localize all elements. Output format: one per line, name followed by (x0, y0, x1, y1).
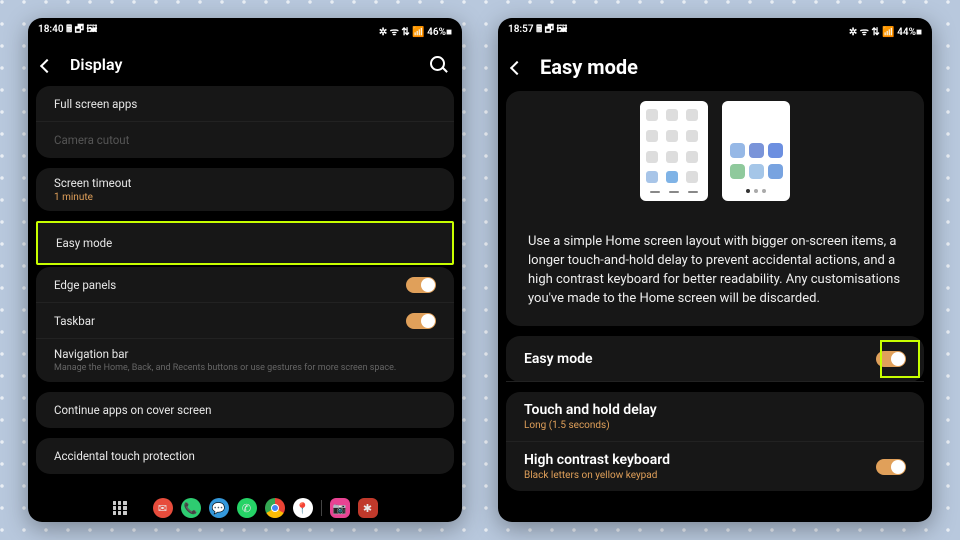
toggle-easy-mode[interactable] (876, 351, 906, 367)
row-label: Touch and hold delay (524, 402, 906, 418)
left-screenshot: 18:40 🖩 🗗 🖼 ✲ ᯤ ⇅ 📶 46%■ Display Full sc… (28, 18, 462, 522)
row-label: Screen timeout (54, 176, 436, 190)
preview-home-grid (640, 101, 708, 201)
row-accidental-touch[interactable]: Accidental touch protection (36, 438, 454, 474)
row-label: Continue apps on cover screen (54, 403, 436, 417)
description-text: Use a simple Home screen layout with big… (506, 217, 924, 326)
header: Display (28, 41, 462, 86)
row-label: Easy mode (524, 351, 876, 367)
row-full-screen-apps[interactable]: Full screen apps (36, 86, 454, 122)
settings-list[interactable]: Full screen apps Camera cutout Screen ti… (28, 86, 462, 492)
row-label: Navigation bar (54, 347, 436, 361)
row-sublabel: Black letters on yellow keypad (524, 470, 876, 481)
row-easy-mode[interactable]: Easy mode (506, 336, 924, 382)
row-camera-cutout: Camera cutout (36, 122, 454, 158)
maps-icon[interactable]: 📍 (293, 498, 313, 518)
mail-icon[interactable]: ✉ (153, 498, 173, 518)
row-label: Taskbar (54, 314, 406, 328)
card-group: Screen timeout 1 minute (36, 168, 454, 211)
row-sublabel: Manage the Home, Back, and Recents butto… (54, 363, 436, 374)
search-button[interactable] (430, 56, 448, 74)
toggle-high-contrast[interactable] (876, 459, 906, 475)
chrome-icon[interactable] (265, 498, 285, 518)
status-right-icons: ✲ ᯤ ⇅ 📶 46%■ (379, 24, 452, 38)
back-icon[interactable] (42, 56, 60, 74)
status-right-icons: ✲ ᯤ ⇅ 📶 44%■ (849, 24, 922, 38)
row-screen-timeout[interactable]: Screen timeout 1 minute (36, 168, 454, 211)
dock-taskbar[interactable]: ✉ 📞 💬 ✆ 📍 📷 ✱ (28, 492, 462, 522)
card-group: Edge panels Taskbar Navigation bar Manag… (36, 267, 454, 382)
row-label: Edge panels (54, 278, 406, 292)
clock: 18:57 (508, 24, 534, 35)
apps-grid-icon[interactable] (113, 501, 127, 515)
toggle-taskbar[interactable] (406, 313, 436, 329)
card-group: Continue apps on cover screen (36, 392, 454, 428)
row-taskbar[interactable]: Taskbar (36, 303, 454, 339)
card-group: Accidental touch protection (36, 438, 454, 474)
messages-icon[interactable]: 💬 (209, 498, 229, 518)
whatsapp-icon[interactable]: ✆ (237, 498, 257, 518)
status-bar: 18:40 🖩 🗗 🖼 ✲ ᯤ ⇅ 📶 46%■ (28, 18, 462, 41)
row-easy-mode-highlighted[interactable]: Easy mode (36, 221, 454, 265)
status-left-icons: 🖩 🗗 🖼 (66, 24, 97, 35)
status-left-icons: 🖩 🗗 🖼 (536, 24, 567, 35)
row-label: High contrast keyboard (524, 452, 876, 468)
row-continue-apps[interactable]: Continue apps on cover screen (36, 392, 454, 428)
phone-icon[interactable]: 📞 (181, 498, 201, 518)
row-high-contrast-keyboard[interactable]: High contrast keyboard Black letters on … (506, 442, 924, 491)
card-group: Full screen apps Camera cutout (36, 86, 454, 158)
toggle-edge-panels[interactable] (406, 277, 436, 293)
right-screenshot: 18:57 🖩 🗗 🖼 ✲ ᯤ ⇅ 📶 44%■ Easy mode (498, 18, 932, 522)
row-sublabel: 1 minute (54, 192, 436, 203)
row-edge-panels[interactable]: Edge panels (36, 267, 454, 303)
app-icon[interactable]: ✱ (358, 498, 378, 518)
clock: 18:40 (38, 24, 64, 35)
status-bar: 18:57 🖩 🗗 🖼 ✲ ᯤ ⇅ 📶 44%■ (498, 18, 932, 41)
row-sublabel: Long (1.5 seconds) (524, 420, 906, 431)
card-easy-mode-toggle: Easy mode (506, 336, 924, 382)
preview-card (506, 91, 924, 217)
preview-easy-home (722, 101, 790, 201)
search-icon (430, 56, 445, 71)
row-label: Accidental touch protection (54, 449, 436, 463)
header: Easy mode (498, 41, 932, 91)
row-label: Camera cutout (54, 133, 436, 147)
row-touch-hold-delay[interactable]: Touch and hold delay Long (1.5 seconds) (506, 392, 924, 442)
card-group: Touch and hold delay Long (1.5 seconds) … (506, 392, 924, 491)
row-label: Full screen apps (54, 97, 436, 111)
camera-icon[interactable]: 📷 (330, 498, 350, 518)
row-navigation-bar[interactable]: Navigation bar Manage the Home, Back, an… (36, 339, 454, 382)
row-label: Easy mode (56, 236, 434, 250)
back-icon[interactable] (512, 58, 530, 76)
page-title: Display (70, 55, 122, 74)
divider (321, 500, 322, 516)
page-title: Easy mode (540, 55, 638, 79)
